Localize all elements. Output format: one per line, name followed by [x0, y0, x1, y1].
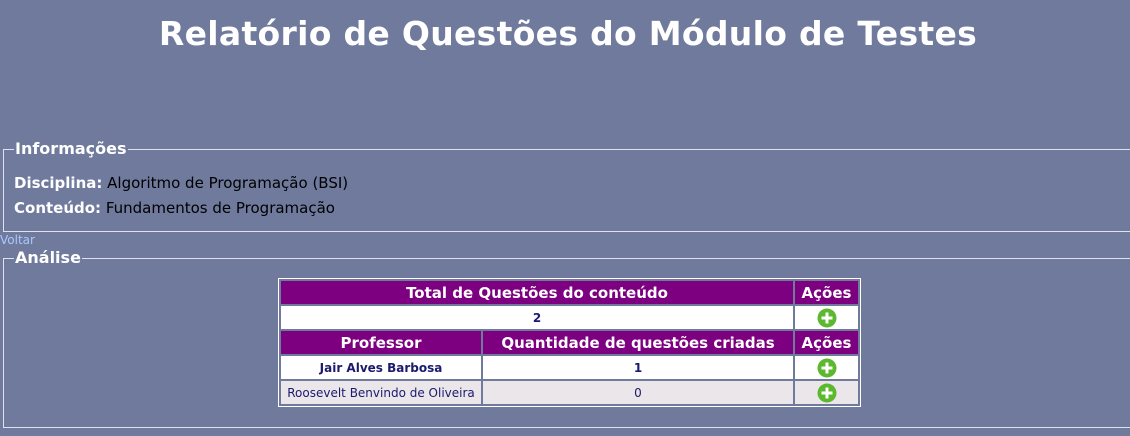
plus-circle-icon[interactable] [817, 383, 837, 403]
add-total-cell [795, 306, 858, 329]
professor-header: Professor [281, 331, 481, 354]
report-table: Total de Questões do conteúdo Ações 2 Pr… [278, 278, 861, 407]
add-professor-cell [795, 381, 858, 404]
info-legend: Informações [15, 139, 127, 158]
conteudo-line: Conteúdo: Fundamentos de Programação [14, 199, 335, 217]
plus-circle-icon[interactable] [817, 308, 837, 328]
analise-legend: Análise [15, 248, 81, 267]
total-header: Total de Questões do conteúdo [281, 281, 793, 304]
professor-name: Roosevelt Benvindo de Oliveira [281, 381, 481, 404]
page-title: Relatório de Questões do Módulo de Teste… [158, 14, 978, 53]
professor-name: Jair Alves Barbosa [281, 356, 481, 379]
total-row: 2 [281, 306, 858, 329]
disciplina-value: Algoritmo de Programação (BSI) [107, 174, 349, 192]
quantidade-value: 0 [483, 381, 793, 404]
voltar-link[interactable]: Voltar [0, 233, 35, 247]
table-row: Roosevelt Benvindo de Oliveira 0 [281, 381, 858, 404]
total-value: 2 [281, 306, 793, 329]
quantidade-value: 1 [483, 356, 793, 379]
acoes-header: Ações [795, 281, 858, 304]
page: Relatório de Questões do Módulo de Teste… [0, 0, 1130, 436]
add-professor-cell [795, 356, 858, 379]
quantidade-header: Quantidade de questões criadas [483, 331, 793, 354]
professor-header-row: Professor Quantidade de questões criadas… [281, 331, 858, 354]
table-row: Jair Alves Barbosa 1 [281, 356, 858, 379]
acoes-header-2: Ações [795, 331, 858, 354]
disciplina-line: Disciplina: Algoritmo de Programação (BS… [14, 174, 348, 192]
disciplina-label: Disciplina: [14, 174, 103, 192]
conteudo-label: Conteúdo: [14, 199, 102, 217]
conteudo-value: Fundamentos de Programação [105, 199, 335, 217]
plus-circle-icon[interactable] [817, 358, 837, 378]
total-header-row: Total de Questões do conteúdo Ações [281, 281, 858, 304]
